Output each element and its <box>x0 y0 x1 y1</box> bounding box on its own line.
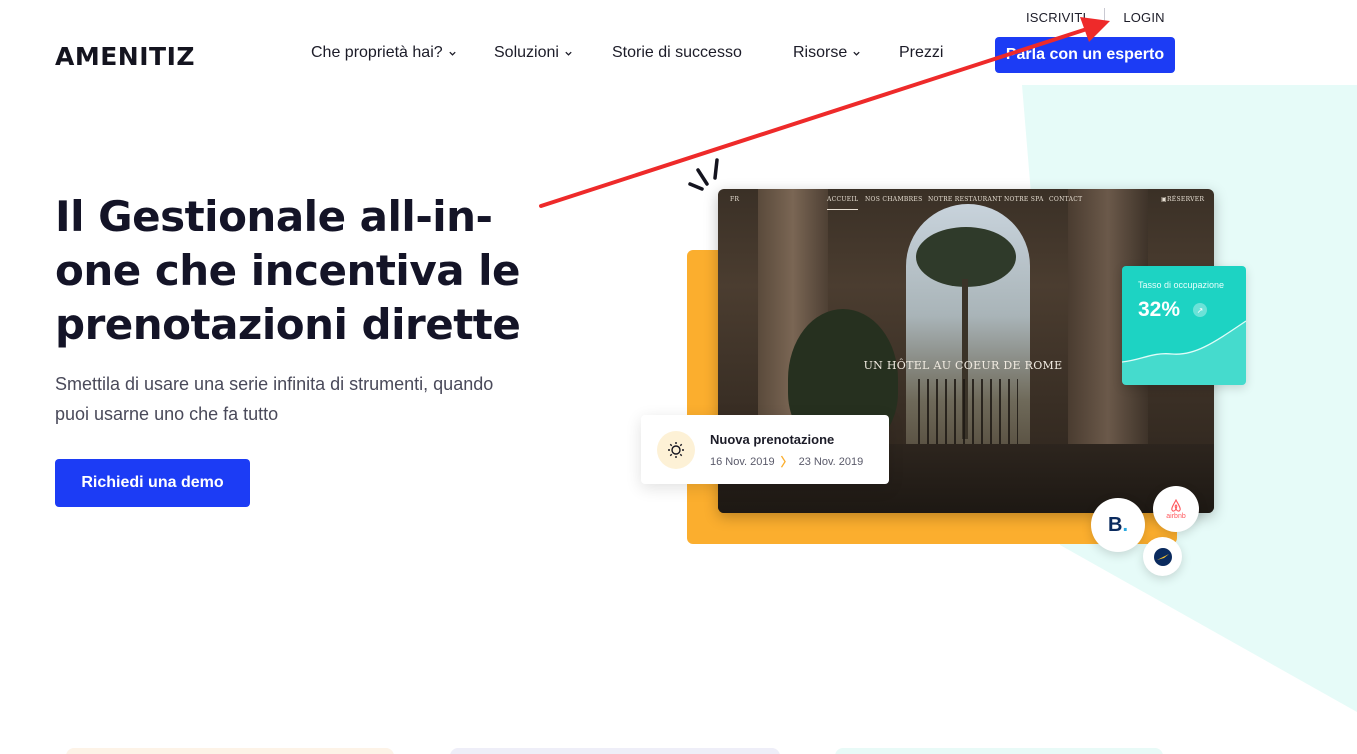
feature-card <box>66 748 394 754</box>
feature-card <box>450 748 780 754</box>
annotation-arrow <box>539 17 1110 208</box>
feature-card <box>835 748 1163 754</box>
